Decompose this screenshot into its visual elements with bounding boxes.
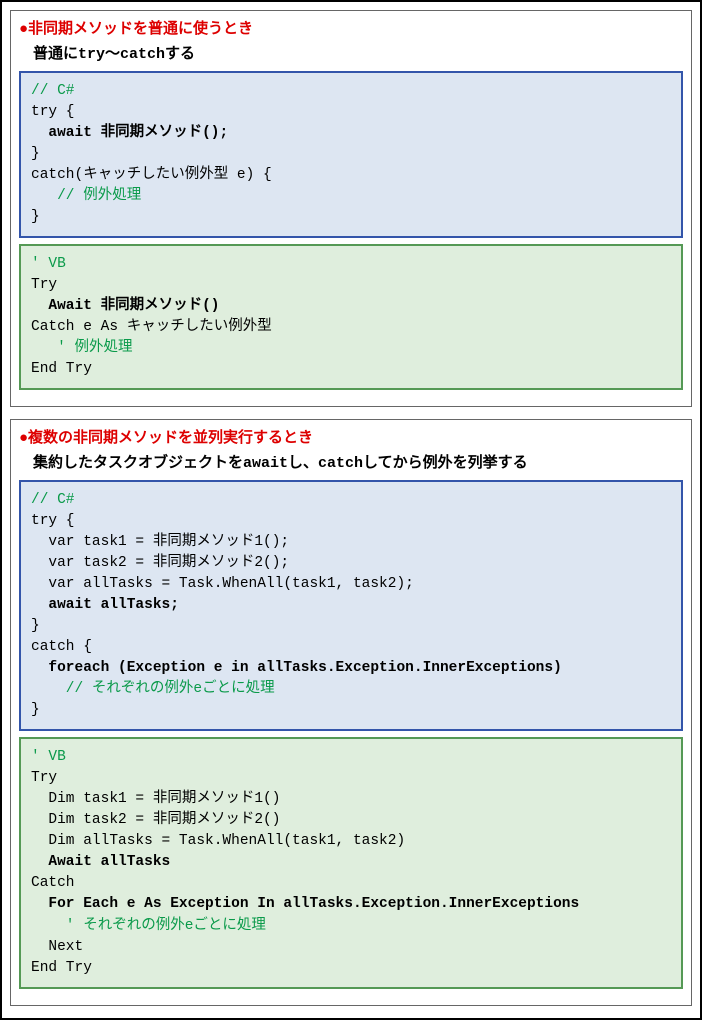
- code-line: ' VB: [31, 749, 66, 765]
- code-line: await allTasks;: [31, 597, 179, 613]
- code-line: var allTasks = Task.WhenAll(task1, task2…: [31, 576, 414, 592]
- code-line: Await allTasks: [31, 854, 170, 870]
- section-1: ●非同期メソッドを普通に使うとき 普通にtry〜catchする // C# tr…: [10, 10, 692, 407]
- code-line: End Try: [31, 960, 92, 976]
- code-line: Next: [31, 939, 83, 955]
- section-1-subtitle: 普通にtry〜catchする: [33, 42, 683, 63]
- code-line: foreach (Exception e in allTasks.Excepti…: [31, 660, 562, 676]
- section-1-csharp-code: // C# try { await 非同期メソッド(); } catch(キャッ…: [19, 71, 683, 238]
- code-line: try {: [31, 104, 75, 120]
- code-line: catch {: [31, 639, 92, 655]
- section-2-heading: ●複数の非同期メソッドを並列実行するとき: [19, 426, 683, 447]
- code-line: try {: [31, 513, 75, 529]
- code-line: }: [31, 209, 40, 225]
- code-line: catch(キャッチしたい例外型 e) {: [31, 167, 272, 183]
- code-line: Dim task1 = 非同期メソッド1(): [31, 791, 280, 807]
- code-line: var task1 = 非同期メソッド1();: [31, 534, 289, 550]
- section-1-vb-code: ' VB Try Await 非同期メソッド() Catch e As キャッチ…: [19, 244, 683, 390]
- code-line: // C#: [31, 83, 75, 99]
- bullet-icon: ●: [19, 430, 28, 447]
- code-line: Try: [31, 277, 57, 293]
- section-2: ●複数の非同期メソッドを並列実行するとき 集約したタスクオブジェクトをawait…: [10, 419, 692, 1005]
- code-line: }: [31, 618, 40, 634]
- code-line: // C#: [31, 492, 75, 508]
- code-line: // それぞれの例外eごとに処理: [31, 681, 275, 697]
- section-2-title: 複数の非同期メソッドを並列実行するとき: [28, 430, 313, 447]
- code-line: await 非同期メソッド();: [31, 125, 228, 141]
- code-line: }: [31, 146, 40, 162]
- code-line: // 例外処理: [31, 188, 141, 204]
- section-1-title: 非同期メソッドを普通に使うとき: [28, 21, 253, 38]
- code-line: ' VB: [31, 256, 66, 272]
- code-line: }: [31, 702, 40, 718]
- code-line: For Each e As Exception In allTasks.Exce…: [31, 896, 579, 912]
- section-2-csharp-code: // C# try { var task1 = 非同期メソッド1(); var …: [19, 480, 683, 731]
- section-2-vb-code: ' VB Try Dim task1 = 非同期メソッド1() Dim task…: [19, 737, 683, 988]
- code-line: End Try: [31, 361, 92, 377]
- code-line: Try: [31, 770, 57, 786]
- code-line: Dim allTasks = Task.WhenAll(task1, task2…: [31, 833, 405, 849]
- code-line: Await 非同期メソッド(): [31, 298, 220, 314]
- code-line: Catch: [31, 875, 75, 891]
- section-2-subtitle: 集約したタスクオブジェクトをawaitし、catchしてから例外を列挙する: [33, 451, 683, 472]
- bullet-icon: ●: [19, 21, 28, 38]
- code-line: ' それぞれの例外eごとに処理: [31, 918, 266, 934]
- code-line: Catch e As キャッチしたい例外型: [31, 319, 272, 335]
- section-1-heading: ●非同期メソッドを普通に使うとき: [19, 17, 683, 38]
- code-line: ' 例外処理: [31, 340, 133, 356]
- code-line: Dim task2 = 非同期メソッド2(): [31, 812, 280, 828]
- code-line: var task2 = 非同期メソッド2();: [31, 555, 289, 571]
